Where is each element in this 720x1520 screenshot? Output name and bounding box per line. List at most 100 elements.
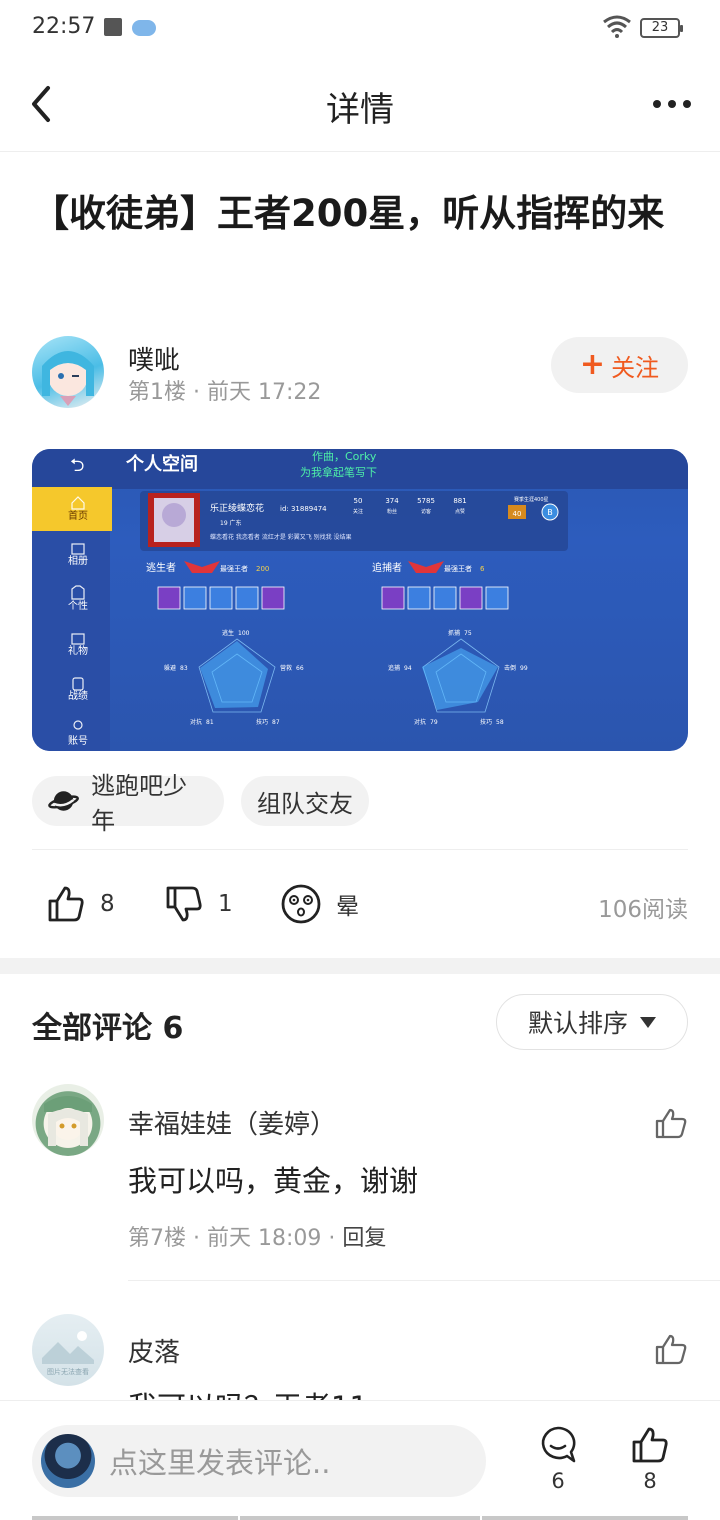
comments-button[interactable]: 6 bbox=[533, 1425, 583, 1493]
tag-game[interactable]: 逃跑吧少年 bbox=[32, 772, 224, 835]
game-stat-label: 点赞 bbox=[455, 508, 465, 515]
comment-input[interactable]: 点这里发表评论.. bbox=[32, 1425, 486, 1497]
game-profile-screenshot: ⮌ 个人空间 作曲，Corky 为我拿起笔写下 首页 相册 个性 礼物 战绩 账… bbox=[32, 449, 688, 751]
my-avatar bbox=[41, 1434, 95, 1488]
comment-text: 我可以吗，黄金，谢谢 bbox=[128, 1164, 419, 1198]
radar-label: 技巧 bbox=[256, 718, 268, 726]
radar-value: 94 bbox=[404, 665, 412, 672]
game-escape-stars: 200 bbox=[256, 565, 269, 573]
comment-meta: 第7楼 · 前天 18:09 · 回复 bbox=[128, 1220, 386, 1252]
status-bar: 22:57 23 bbox=[0, 0, 720, 56]
tag-game-label: 逃跑吧少年 bbox=[91, 772, 188, 835]
nav-indicator bbox=[240, 1516, 480, 1520]
author-avatar[interactable] bbox=[32, 336, 104, 408]
commenter-name[interactable]: 幸福娃娃（姜婷） bbox=[128, 1104, 336, 1141]
game-season-label: 赛季生涯400星 bbox=[514, 496, 549, 503]
commenter-name[interactable]: 皮落 bbox=[128, 1332, 180, 1369]
game-chaser-stars: 6 bbox=[480, 565, 485, 573]
more-options-icon[interactable] bbox=[652, 94, 692, 114]
comment-divider bbox=[128, 1280, 720, 1281]
commenter-avatar[interactable]: 图片无法查看 bbox=[32, 1314, 104, 1386]
battery-icon: 23 bbox=[640, 18, 683, 38]
like-count: 8 bbox=[100, 891, 115, 917]
post-image[interactable]: ⮌ 个人空间 作曲，Corky 为我拿起笔写下 首页 相册 个性 礼物 战绩 账… bbox=[32, 449, 688, 751]
like-button[interactable]: 8 bbox=[46, 880, 115, 928]
game-escape-rank: 最强王者 bbox=[220, 565, 248, 573]
game-player-location: 19 广东 bbox=[220, 519, 242, 527]
game-stat-label: 粉丝 bbox=[387, 508, 397, 515]
radar-label: 逃生 bbox=[222, 629, 234, 637]
reply-button[interactable]: 回复 bbox=[342, 1226, 386, 1251]
comment-floor: 第7楼 bbox=[128, 1226, 186, 1251]
sort-label: 默认排序 bbox=[527, 1009, 628, 1038]
meta-separator: · bbox=[328, 1226, 336, 1251]
game-stat-value: 881 bbox=[453, 497, 466, 505]
radar-label: 击倒 bbox=[504, 664, 516, 672]
dizzy-face-icon bbox=[281, 884, 321, 924]
comment-input-placeholder: 点这里发表评论.. bbox=[109, 1446, 331, 1480]
radar-label: 抓捕 bbox=[448, 629, 460, 637]
page-title: 详情 bbox=[326, 90, 394, 130]
plus-icon: + bbox=[579, 347, 606, 382]
game-stat-value: 374 bbox=[385, 497, 399, 505]
thumbs-down-icon bbox=[166, 886, 202, 922]
comment-like-icon[interactable] bbox=[654, 1332, 688, 1366]
nav-indicator bbox=[482, 1516, 688, 1520]
reaction-button[interactable]: 晕 bbox=[280, 880, 359, 928]
radar-value: 99 bbox=[520, 665, 528, 672]
game-stat-label: 访客 bbox=[421, 508, 431, 515]
follow-button[interactable]: + 关注 bbox=[551, 337, 688, 393]
divider bbox=[32, 849, 688, 850]
radar-value: 66 bbox=[296, 665, 304, 672]
radar-label: 营救 bbox=[280, 664, 292, 672]
read-count: 106阅读 bbox=[598, 897, 688, 923]
reaction-label: 晕 bbox=[336, 894, 359, 920]
comment-like-icon[interactable] bbox=[654, 1106, 688, 1140]
radar-value: 79 bbox=[430, 719, 438, 726]
game-player-name: 乐正绫蝶恋花 bbox=[210, 502, 264, 514]
anime-avatar-icon bbox=[44, 1096, 92, 1146]
game-level-badge: 40 bbox=[513, 510, 522, 518]
post-floor: 第1楼 bbox=[128, 380, 186, 405]
svg-text:⮌: ⮌ bbox=[70, 455, 84, 476]
game-stat-value: 5785 bbox=[417, 497, 435, 505]
game-rank-badge: B bbox=[547, 508, 553, 517]
post-time: 前天 17:22 bbox=[207, 380, 322, 405]
bottom-like-button[interactable]: 8 bbox=[625, 1425, 675, 1493]
author-meta: 第1楼 · 前天 17:22 bbox=[128, 374, 321, 406]
planet-icon bbox=[48, 791, 79, 811]
radar-value: 75 bbox=[464, 630, 472, 637]
comments-title: 全部评论 6 bbox=[32, 1011, 184, 1046]
avatar-placeholder-text: 图片无法查看 bbox=[47, 1367, 89, 1376]
game-chaser-rank: 最强王者 bbox=[444, 565, 472, 573]
game-player-id: id: 31889474 bbox=[280, 505, 327, 513]
game-sidebar-item: 首页 bbox=[68, 509, 88, 522]
radar-value: 83 bbox=[180, 665, 188, 672]
author-name[interactable]: 噗呲 bbox=[128, 340, 180, 377]
wifi-icon bbox=[603, 15, 631, 38]
status-time: 22:57 bbox=[32, 14, 96, 39]
bottom-comment-bar: 点这里发表评论.. 6 8 bbox=[0, 1400, 720, 1520]
radar-value: 87 bbox=[272, 719, 280, 726]
comment-time: 前天 18:09 bbox=[207, 1226, 322, 1251]
dislike-button[interactable]: 1 bbox=[164, 880, 233, 928]
commenter-avatar[interactable] bbox=[32, 1084, 104, 1156]
game-sidebar-item: 个性 bbox=[68, 599, 88, 612]
radar-value: 58 bbox=[496, 719, 504, 726]
dislike-count: 1 bbox=[218, 891, 233, 917]
radar-label: 追捕 bbox=[388, 664, 400, 672]
game-player-motto: 蝶恋看花 我恋看者 流红才是 彩翼又飞 别找我 没结果 bbox=[210, 533, 352, 541]
thumbs-up-icon bbox=[632, 1427, 668, 1463]
radar-label: 技巧 bbox=[480, 718, 492, 726]
game-stat-label: 关注 bbox=[353, 508, 363, 515]
radar-label: 对抗 bbox=[190, 718, 202, 726]
game-sidebar-item: 账号 bbox=[68, 735, 88, 747]
game-sidebar-item: 礼物 bbox=[68, 644, 88, 657]
tag-team[interactable]: 组队交友 bbox=[241, 776, 369, 826]
sort-dropdown[interactable]: 默认排序 bbox=[496, 994, 688, 1050]
game-chaser-label: 追捕者 bbox=[372, 561, 402, 574]
game-stat-value: 50 bbox=[354, 497, 363, 505]
comment-bubble-icon bbox=[541, 1426, 576, 1463]
radar-value: 81 bbox=[206, 719, 214, 726]
game-escape-label: 逃生者 bbox=[146, 561, 176, 574]
